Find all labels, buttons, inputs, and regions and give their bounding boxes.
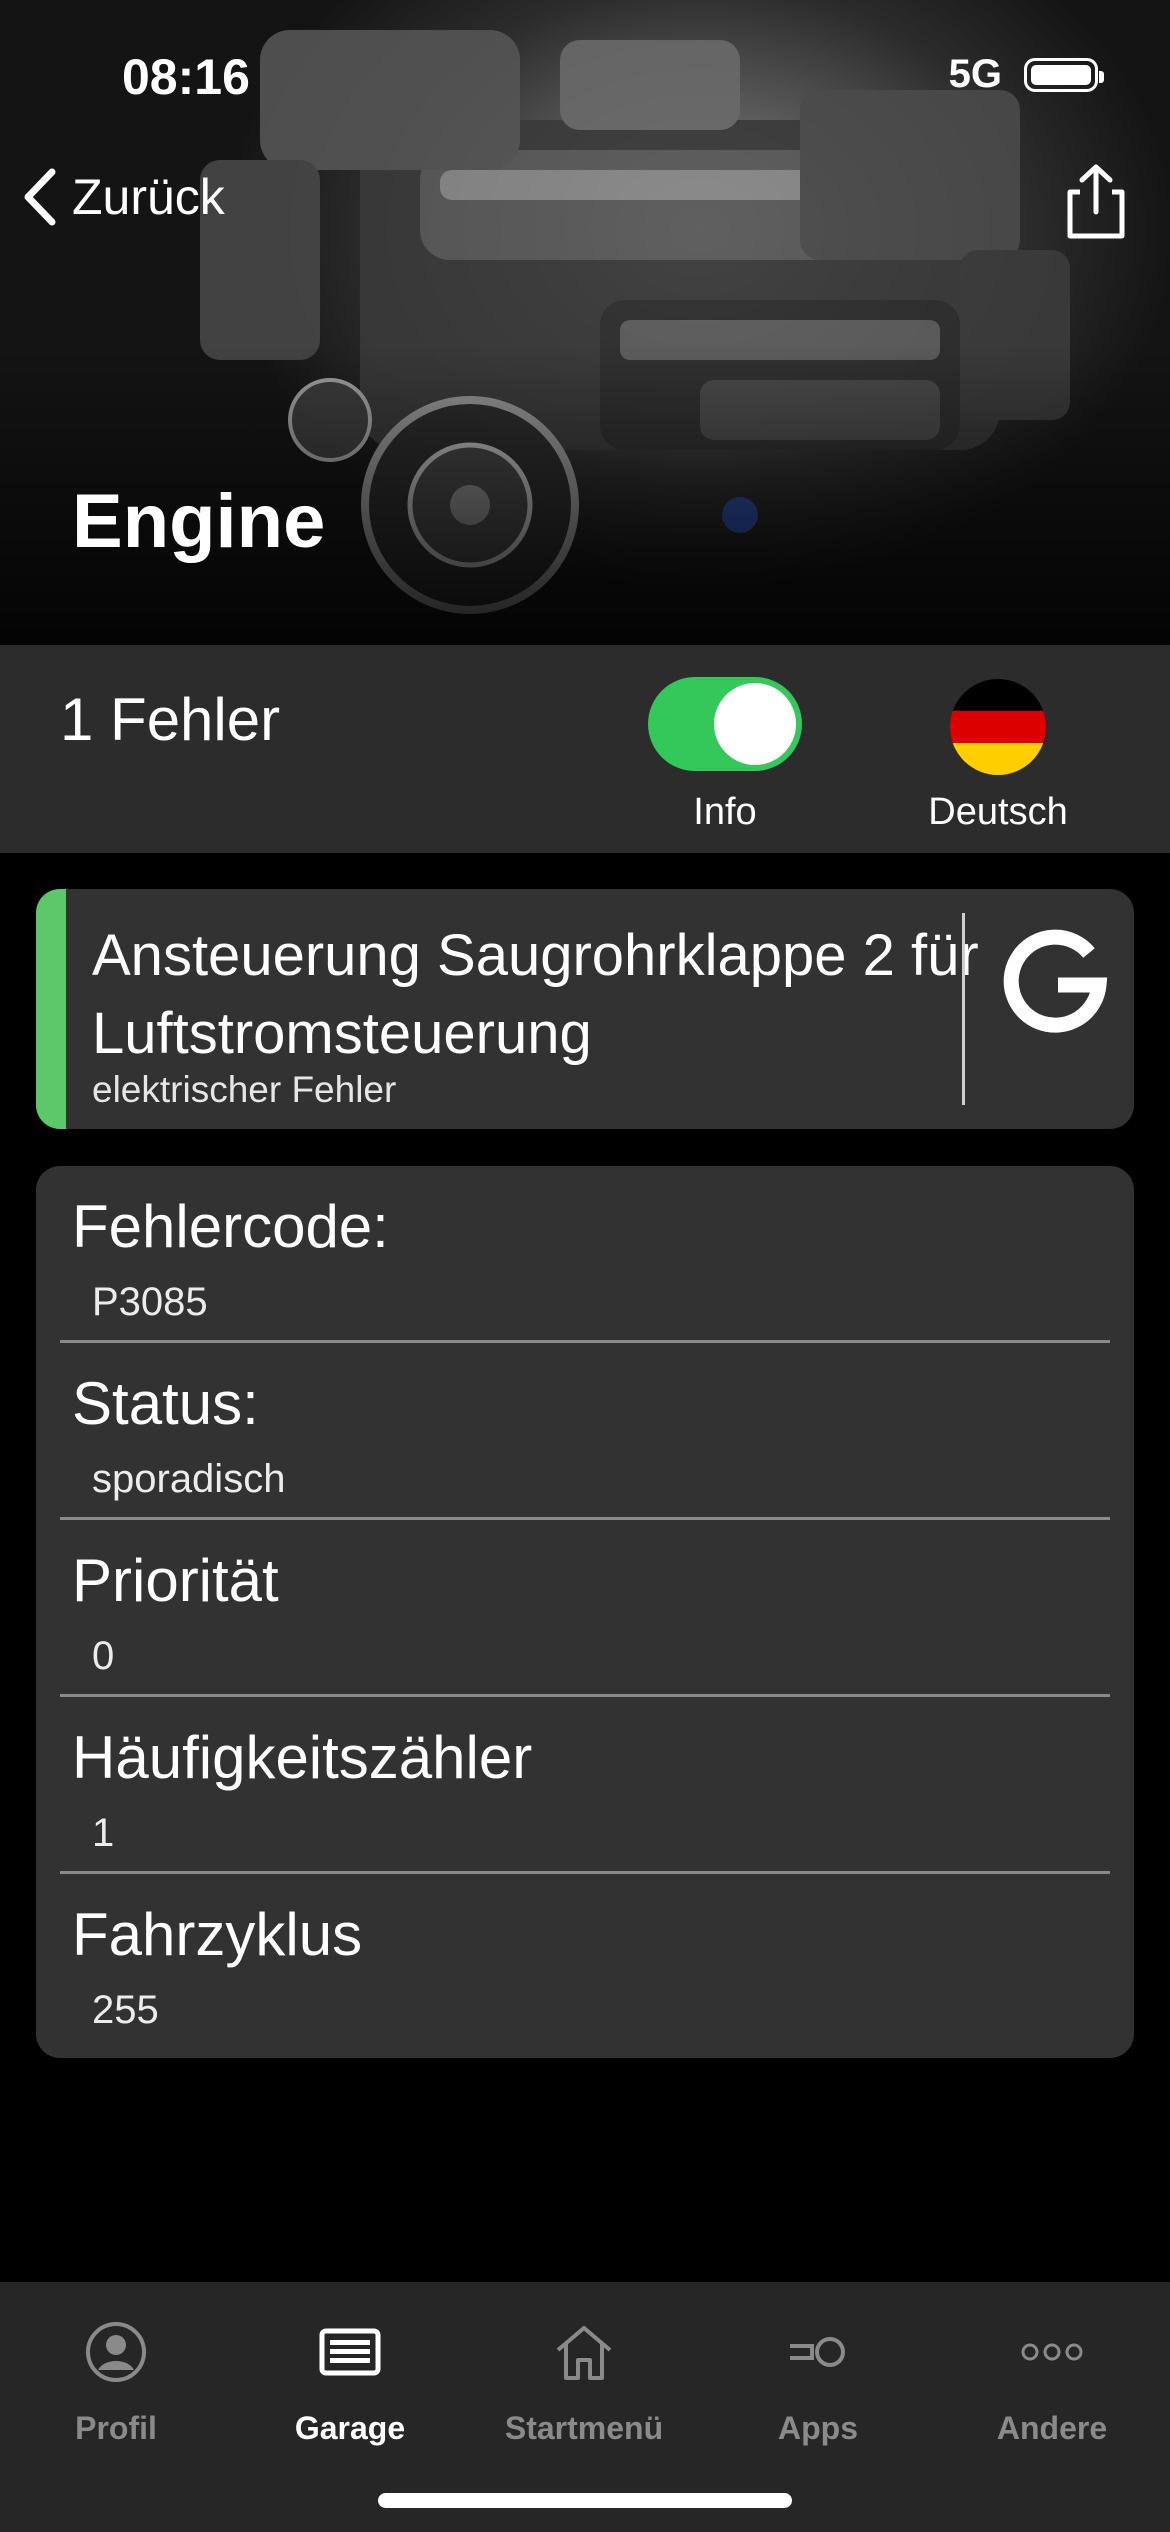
detail-label: Fahrzyklus [72,1901,363,1968]
detail-label: Fehlercode: [72,1193,389,1260]
tab-apps[interactable]: Apps [708,2312,928,2447]
status-right: 5G [948,52,1104,97]
fault-card[interactable]: Ansteuerung Saugrohrklappe 2 für Luftstr… [36,889,1134,1129]
tab-startmenue[interactable]: Startmenü [474,2312,694,2447]
chevron-left-icon [24,168,56,226]
detail-row-status: Status: sporadisch [60,1343,1110,1520]
detail-value: P3085 [92,1280,208,1324]
share-icon [1067,164,1125,239]
back-label: Zurück [72,169,225,225]
info-toggle[interactable] [648,677,802,771]
language-label: Deutsch [928,791,1068,833]
german-flag-icon[interactable] [950,679,1046,775]
person-icon [86,2322,146,2382]
share-button[interactable] [1056,162,1136,247]
info-toggle-label: Info [693,791,757,833]
status-time: 08:16 [122,49,250,105]
detail-row-fahrzyklus: Fahrzyklus 255 [60,1874,1110,2051]
battery-icon [1024,57,1104,92]
details-card: Fehlercode: P3085 Status: sporadisch Pri… [36,1166,1134,2058]
detail-row-prioritaet: Priorität 0 [60,1520,1110,1697]
divider [962,913,965,1105]
google-translate-button[interactable] [996,919,1116,1039]
tab-label: Apps [778,2410,858,2446]
detail-value: 1 [92,1811,115,1855]
detail-value: 0 [92,1634,115,1678]
page-title: Engine [72,479,326,564]
detail-row-fehlercode: Fehlercode: P3085 [60,1166,1110,1343]
network-label: 5G [948,52,1002,96]
summary-bar: 1 Fehler Info Deutsch [0,645,1170,853]
home-indicator [378,2493,792,2508]
google-g-icon [1003,929,1108,1033]
toggle-knob [714,683,796,765]
garage-icon [319,2328,381,2376]
tab-garage[interactable]: Garage [240,2312,460,2447]
tab-label: Profil [75,2410,157,2446]
tab-profil[interactable]: Profil [6,2312,226,2447]
home-icon [556,2326,612,2380]
apps-icon [790,2337,845,2367]
detail-value: sporadisch [92,1457,286,1501]
fault-accent-bar [36,889,66,1129]
error-count: 1 Fehler [60,686,281,753]
tab-andere[interactable]: Andere [942,2312,1162,2447]
more-icon [1021,2343,1083,2361]
detail-label: Häufigkeitszähler [72,1724,533,1791]
fault-subtitle: elektrischer Fehler [92,1069,397,1110]
detail-label: Status: [72,1370,259,1437]
tab-label: Startmenü [504,2410,664,2446]
tab-label: Andere [996,2410,1108,2446]
back-button[interactable]: Zurück [22,168,225,226]
fault-title: Ansteuerung Saugrohrklappe 2 für Luftstr… [92,923,979,1066]
detail-value: 255 [92,1988,159,2032]
detail-label: Priorität [72,1547,279,1614]
detail-row-haeufigkeitszaehler: Häufigkeitszähler 1 [60,1697,1110,1874]
tab-label: Garage [294,2410,406,2446]
